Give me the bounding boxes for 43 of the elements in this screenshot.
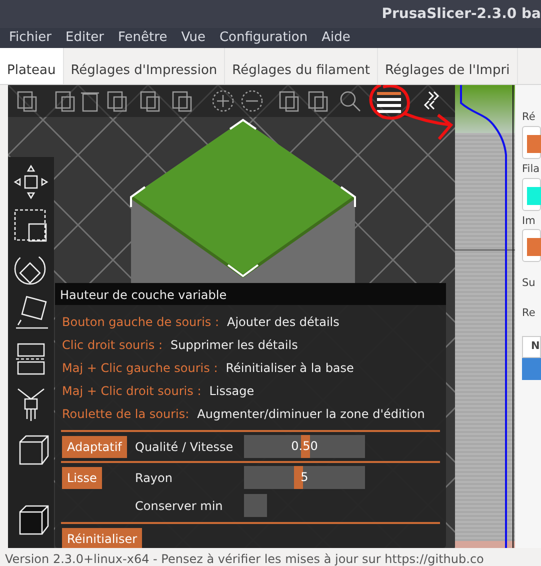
menu-item[interactable]: Vue xyxy=(181,28,206,48)
slider-label: Qualité / Vitesse xyxy=(135,438,234,456)
search-icon[interactable] xyxy=(338,89,362,113)
reset-button[interactable]: Réinitialiser xyxy=(62,528,142,548)
shortcut-description: Réinitialiser à la base xyxy=(226,360,354,377)
window-title: PrusaSlicer-2.3.0 ba xyxy=(382,4,541,24)
panel-title: Hauteur de couche variable xyxy=(55,283,446,305)
sidebar-label: Su xyxy=(522,276,536,292)
sidebar-label: Re xyxy=(522,306,536,321)
shortcut-label: Clic droit souris : xyxy=(62,337,163,354)
mode-button[interactable]: Adaptatif xyxy=(62,436,127,458)
shortcut-description: Lissage xyxy=(209,383,254,400)
menu-item[interactable]: Aide xyxy=(322,28,350,48)
table-header: N xyxy=(522,336,541,358)
move-icon[interactable] xyxy=(12,163,50,201)
menu-item[interactable]: Fichier xyxy=(9,28,52,48)
menu-item[interactable]: Fenêtre xyxy=(118,28,168,48)
shortcut-label: Maj + Clic droit souris : xyxy=(62,383,202,400)
sidebar-label: Im xyxy=(522,214,536,228)
tab[interactable]: Plateau xyxy=(0,48,64,84)
zoom-in-icon[interactable] xyxy=(211,89,235,113)
shortcut-description: Augmenter/diminuer la zone d'édition xyxy=(197,406,425,423)
checkbox[interactable] xyxy=(244,494,267,517)
sidebar-label: Fila xyxy=(522,162,541,177)
menu-item[interactable]: Editer xyxy=(66,28,104,48)
checkbox-label: Conserver min xyxy=(135,498,223,514)
shortcut-label: Maj + Clic gauche souris : xyxy=(62,360,218,377)
zoom-out-icon[interactable] xyxy=(240,89,264,113)
slider-thumb[interactable] xyxy=(294,466,304,489)
shortcut-label: Bouton gauche de souris : xyxy=(62,314,220,331)
tab[interactable]: Réglages de l'Impri xyxy=(378,48,518,84)
sidebar-label: Ré xyxy=(522,110,536,125)
preset-combo[interactable] xyxy=(522,229,541,262)
mode-button[interactable]: Lisse xyxy=(62,466,102,488)
status-message: Version 2.3.0+linux-x64 - Pensez à vérifier les mises à jour sur https://github.co xyxy=(4,551,485,566)
tab[interactable]: Réglages du filament xyxy=(225,48,378,84)
shortcut-label: Roulette de la souris: xyxy=(62,406,190,423)
preset-combo[interactable] xyxy=(522,126,541,159)
menu-item[interactable]: Configuration xyxy=(219,28,308,48)
slider-label: Rayon xyxy=(135,470,172,486)
shortcut-description: Supprimer les détails xyxy=(170,337,298,354)
shortcut-description: Ajouter des détails xyxy=(227,314,340,331)
tab[interactable]: Réglages d'Impression xyxy=(64,48,226,84)
